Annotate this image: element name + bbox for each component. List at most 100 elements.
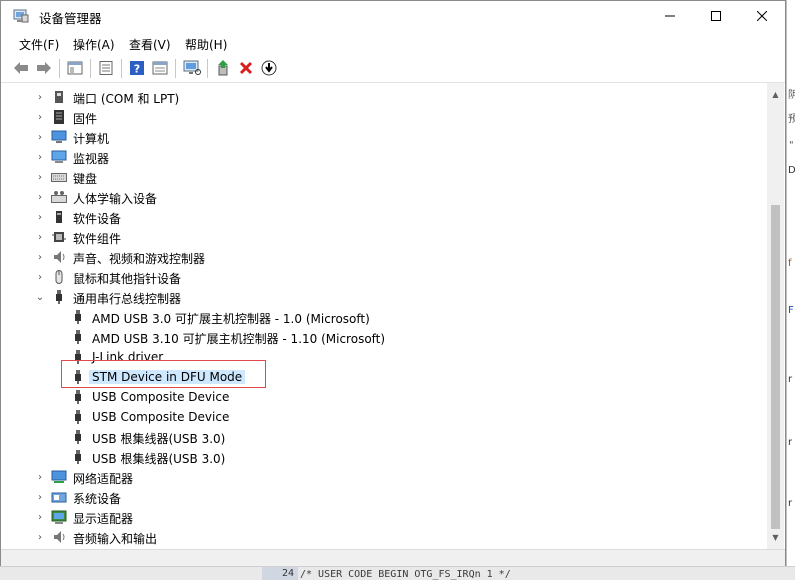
- toolbar: ?: [1, 55, 785, 83]
- tree-label: 键盘: [73, 172, 98, 186]
- chevron-right-icon[interactable]: ›: [34, 471, 46, 483]
- menu-action[interactable]: 操作(A): [73, 36, 115, 53]
- scrollbar-thumb[interactable]: [771, 205, 780, 529]
- device-tree: › 端口 (COM 和 LPT) › 固件 › 计算机 › 监视器 › 键盘 ›…: [1, 83, 767, 549]
- software-component-icon: [51, 230, 67, 244]
- chevron-right-icon[interactable]: ›: [34, 271, 46, 283]
- tree-label: 通用串行总线控制器: [73, 292, 182, 306]
- menu-file[interactable]: 文件(F): [19, 36, 59, 53]
- tree-row-usb-composite-1[interactable]: USB Composite Device: [1, 387, 767, 407]
- computer-icon: [51, 130, 67, 144]
- chevron-right-icon[interactable]: ›: [34, 231, 46, 243]
- tree-row-display-adapters[interactable]: › 显示适配器: [1, 507, 767, 527]
- highlight-box: [61, 360, 266, 388]
- chevron-right-icon[interactable]: ›: [34, 251, 46, 263]
- maximize-icon: [711, 11, 721, 21]
- chevron-right-icon[interactable]: ›: [34, 531, 46, 543]
- tree-label: USB Composite Device: [92, 410, 230, 424]
- tree-row-computer[interactable]: › 计算机: [1, 127, 767, 147]
- download-icon: [261, 60, 277, 76]
- chevron-down-icon[interactable]: ⌄: [34, 291, 46, 303]
- tree-row-hid[interactable]: › 人体学输入设备: [1, 187, 767, 207]
- list-view-button[interactable]: [96, 58, 116, 78]
- bg-fragment: r: [788, 498, 793, 509]
- chevron-right-icon[interactable]: ›: [34, 151, 46, 163]
- tree-row-audio-io[interactable]: › 音频输入和输出: [1, 527, 767, 547]
- software-device-icon: [51, 210, 67, 224]
- maximize-button[interactable]: [693, 1, 739, 31]
- forward-arrow-icon: [37, 62, 51, 74]
- device-manager-icon: [13, 9, 29, 23]
- title-bar[interactable]: 设备管理器: [1, 1, 785, 31]
- tree-row-mouse[interactable]: › 鼠标和其他指针设备: [1, 267, 767, 287]
- help-button[interactable]: ?: [127, 58, 147, 78]
- tree-row-network[interactable]: › 网络适配器: [1, 467, 767, 487]
- tree-label: 软件设备: [73, 212, 122, 226]
- chevron-right-icon[interactable]: ›: [34, 511, 46, 523]
- mouse-icon: [51, 270, 67, 284]
- tree-row-keyboard[interactable]: › 键盘: [1, 167, 767, 187]
- network-icon: [51, 470, 67, 484]
- details-view-icon: [152, 61, 168, 75]
- tree-row-software-components[interactable]: › 软件组件: [1, 227, 767, 247]
- tree-row-sound[interactable]: › 声音、视频和游戏控制器: [1, 247, 767, 267]
- hid-icon: [51, 190, 67, 204]
- tree-row-usb-root-hub-1[interactable]: USB 根集线器(USB 3.0): [1, 427, 767, 447]
- menu-view[interactable]: 查看(V): [129, 36, 171, 53]
- tree-label: 端口 (COM 和 LPT): [73, 92, 180, 106]
- vertical-scrollbar[interactable]: ▲ ▼: [767, 83, 784, 549]
- details-view-button[interactable]: [150, 58, 170, 78]
- bg-fragment: F: [788, 305, 794, 316]
- usb-icon: [70, 410, 86, 424]
- uninstall-button[interactable]: [236, 58, 256, 78]
- tree-row-usb-root-hub-2[interactable]: USB 根集线器(USB 3.0): [1, 447, 767, 467]
- tree-label: 计算机: [73, 132, 110, 146]
- background-editor-right: 阴 预 " D f F r r r: [786, 0, 795, 579]
- help-icon: ?: [130, 61, 144, 76]
- forward-button[interactable]: [34, 58, 54, 78]
- update-driver-button[interactable]: [213, 58, 233, 78]
- tree-row-firmware[interactable]: › 固件: [1, 107, 767, 127]
- tree-label: 人体学输入设备: [73, 192, 158, 206]
- tree-row-amd-usb30[interactable]: AMD USB 3.0 可扩展主机控制器 - 1.0 (Microsoft): [1, 307, 767, 327]
- close-button[interactable]: [739, 1, 785, 31]
- tree-row-ports[interactable]: › 端口 (COM 和 LPT): [1, 87, 767, 107]
- usb-icon: [70, 430, 86, 444]
- scroll-down-icon[interactable]: ▼: [767, 529, 784, 546]
- minimize-button[interactable]: [647, 1, 693, 31]
- tree-row-system-devices[interactable]: › 系统设备: [1, 487, 767, 507]
- list-view-icon: [99, 61, 113, 75]
- chevron-right-icon[interactable]: ›: [34, 211, 46, 223]
- window-title: 设备管理器: [39, 11, 102, 26]
- tree-row-usb-composite-2[interactable]: USB Composite Device: [1, 407, 767, 427]
- download-button[interactable]: [259, 58, 279, 78]
- scroll-up-icon[interactable]: ▲: [767, 86, 784, 103]
- bg-fragment: r: [788, 437, 793, 448]
- bg-fragment: D: [788, 165, 795, 176]
- chevron-right-icon[interactable]: ›: [34, 191, 46, 203]
- chevron-right-icon[interactable]: ›: [34, 131, 46, 143]
- tree-row-software-devices[interactable]: › 软件设备: [1, 207, 767, 227]
- tree-row-monitor[interactable]: › 监视器: [1, 147, 767, 167]
- scan-hardware-button[interactable]: [182, 58, 202, 78]
- chevron-right-icon[interactable]: ›: [34, 491, 46, 503]
- chevron-right-icon[interactable]: ›: [34, 111, 46, 123]
- device-manager-window: 设备管理器 文件(F) 操作(A) 查看(V) 帮助(H) ? › 端口 (CO…: [0, 0, 786, 566]
- minimize-icon: [665, 15, 675, 17]
- usb-icon: [70, 330, 86, 344]
- menu-help[interactable]: 帮助(H): [185, 36, 227, 53]
- usb-icon: [70, 450, 86, 464]
- tree-label: 系统设备: [73, 492, 122, 506]
- line-number: 24: [262, 567, 298, 580]
- tree-label: 显示适配器: [73, 512, 134, 526]
- back-button[interactable]: [11, 58, 31, 78]
- svg-text:?: ?: [134, 63, 140, 76]
- tree-label: 固件: [73, 112, 98, 126]
- tree-row-usb-controllers[interactable]: ⌄ 通用串行总线控制器: [1, 287, 767, 307]
- menu-bar: 文件(F) 操作(A) 查看(V) 帮助(H): [1, 31, 785, 55]
- properties-pane-button[interactable]: [65, 58, 85, 78]
- chevron-right-icon[interactable]: ›: [34, 171, 46, 183]
- chevron-right-icon[interactable]: ›: [34, 91, 46, 103]
- tree-row-amd-usb310[interactable]: AMD USB 3.10 可扩展主机控制器 - 1.10 (Microsoft): [1, 327, 767, 347]
- bg-fragment: 预: [788, 114, 795, 125]
